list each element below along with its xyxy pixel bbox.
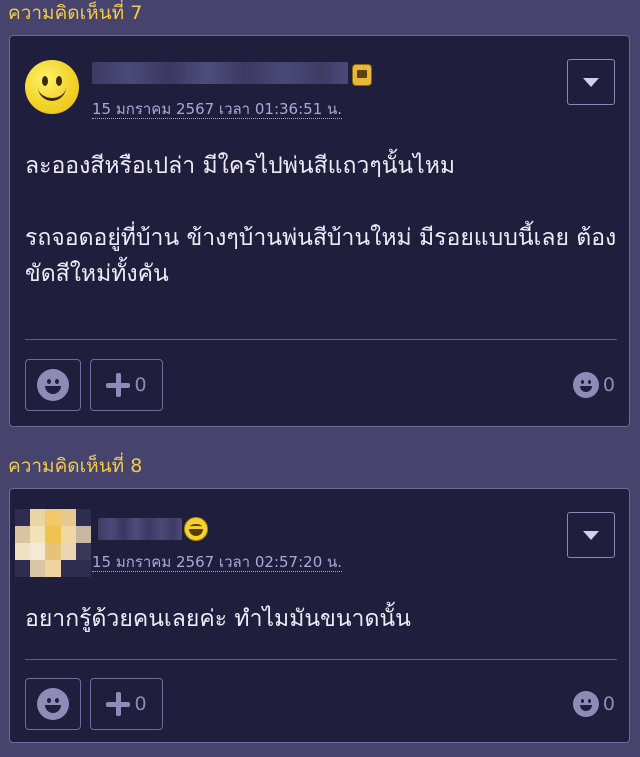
- emotion-count: 0: [602, 693, 615, 715]
- tv-badge-icon: [352, 64, 372, 86]
- smile-face-icon: [37, 688, 69, 720]
- plus-icon: [106, 373, 131, 397]
- comment-card: 15 มกราคม 2567 เวลา 01:36:51 น. ละอองสีห…: [9, 35, 630, 427]
- divider: [25, 339, 617, 340]
- plus-vote-button[interactable]: 0: [90, 678, 163, 730]
- comment-card: 15 มกราคม 2567 เวลา 02:57:20 น. อยากรู้ด…: [9, 488, 630, 743]
- chevron-down-icon: [583, 530, 599, 540]
- comment-number-label: ความคิดเห็นที่ 7: [8, 2, 143, 24]
- comment-menu-button[interactable]: [567, 512, 615, 558]
- laughing-face-badge-icon: [184, 517, 208, 541]
- comment-timestamp[interactable]: 15 มกราคม 2567 เวลา 02:57:20 น.: [92, 553, 343, 572]
- plus-icon: [106, 692, 131, 716]
- comment-number-label: ความคิดเห็นที่ 8: [8, 455, 143, 477]
- comment-menu-button[interactable]: [567, 59, 615, 105]
- reaction-summary[interactable]: 0: [572, 372, 615, 398]
- divider: [25, 659, 617, 660]
- pixelated-avatar-icon[interactable]: [15, 509, 91, 577]
- emotion-count: 0: [602, 374, 615, 396]
- comment-body: ละอองสีหรือเปล่า มีใครไปพ่นสีแถวๆนั้นไหม…: [25, 153, 617, 287]
- username-blurred[interactable]: [92, 62, 348, 84]
- emotion-button[interactable]: [25, 359, 81, 411]
- smile-face-icon: [37, 369, 69, 401]
- plus-vote-button[interactable]: 0: [90, 359, 163, 411]
- reaction-summary[interactable]: 0: [572, 691, 615, 717]
- comment-body: อยากรู้ด้วยคนเลยค่ะ ทำไมมันขนาดนั้น: [25, 606, 411, 632]
- plus-count: 0: [134, 693, 147, 715]
- chevron-down-icon: [583, 77, 599, 87]
- smile-face-icon: [572, 372, 599, 398]
- plus-count: 0: [134, 374, 147, 396]
- comment-timestamp[interactable]: 15 มกราคม 2567 เวลา 01:36:51 น.: [92, 100, 343, 119]
- smile-face-icon: [572, 691, 599, 717]
- emotion-button[interactable]: [25, 678, 81, 730]
- smiley-face-icon[interactable]: [25, 60, 79, 114]
- username-blurred[interactable]: [98, 518, 182, 540]
